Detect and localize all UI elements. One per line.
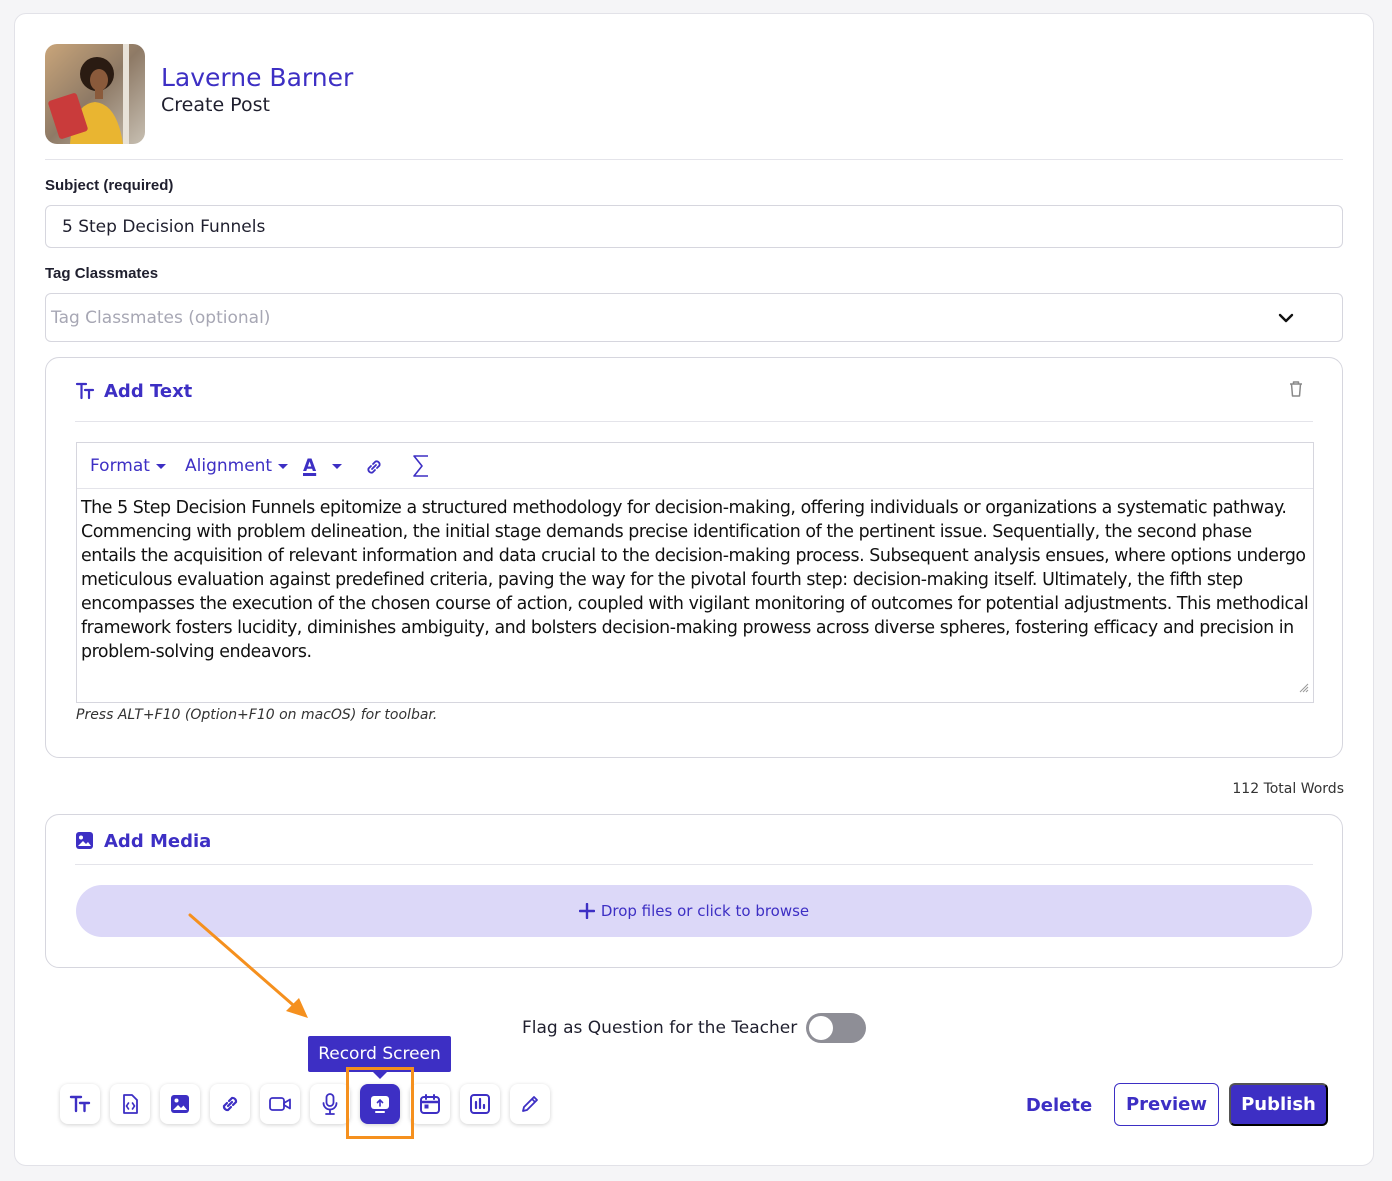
text-color-icon: A bbox=[303, 456, 317, 476]
alignment-dropdown[interactable]: Alignment bbox=[185, 456, 289, 476]
block-toolbar bbox=[60, 1084, 550, 1124]
text-size-icon bbox=[75, 381, 95, 406]
pen-icon[interactable] bbox=[510, 1084, 550, 1124]
format-label: Format bbox=[90, 456, 150, 476]
add-text-divider bbox=[75, 421, 1313, 422]
add-media-title: Add Media bbox=[104, 831, 212, 852]
calendar-icon[interactable] bbox=[410, 1084, 450, 1124]
word-count: 112 Total Words bbox=[1232, 781, 1344, 797]
tag-classmates-select[interactable]: Tag Classmates (optional) bbox=[45, 293, 1343, 342]
user-name[interactable]: Laverne Barner bbox=[161, 63, 353, 92]
text-color-button[interactable]: A bbox=[303, 456, 343, 476]
toolbar-hint: Press ALT+F10 (Option+F10 on macOS) for … bbox=[76, 707, 438, 723]
plus-icon bbox=[578, 903, 595, 919]
trash-icon[interactable] bbox=[1288, 380, 1304, 403]
add-media-divider bbox=[75, 864, 1313, 865]
sigma-icon[interactable] bbox=[411, 453, 431, 484]
toggle-knob bbox=[809, 1016, 833, 1040]
page-title: Create Post bbox=[161, 94, 270, 116]
video-icon[interactable] bbox=[260, 1084, 300, 1124]
add-text-panel: Add Text Format Alignment A The 5 Step D… bbox=[45, 357, 1343, 758]
link-icon[interactable] bbox=[210, 1084, 250, 1124]
annotation-highlight-box bbox=[346, 1067, 414, 1139]
image-icon[interactable] bbox=[160, 1084, 200, 1124]
format-dropdown[interactable]: Format bbox=[90, 456, 166, 476]
subject-label: Subject (required) bbox=[45, 177, 174, 194]
delete-button[interactable]: Delete bbox=[1018, 1084, 1100, 1126]
caret-down-icon bbox=[155, 463, 166, 469]
subject-input[interactable]: 5 Step Decision Funnels bbox=[45, 205, 1343, 248]
embed-code-icon[interactable] bbox=[110, 1084, 150, 1124]
avatar bbox=[45, 44, 145, 144]
subject-value: 5 Step Decision Funnels bbox=[62, 216, 266, 237]
text-icon[interactable] bbox=[60, 1084, 100, 1124]
caret-down-icon bbox=[278, 463, 289, 469]
flag-question-label: Flag as Question for the Teacher bbox=[522, 1018, 798, 1038]
preview-button[interactable]: Preview bbox=[1114, 1083, 1219, 1126]
add-text-title: Add Text bbox=[104, 381, 193, 402]
resize-handle-icon[interactable] bbox=[1299, 680, 1309, 698]
microphone-icon[interactable] bbox=[310, 1084, 350, 1124]
editor-content[interactable]: The 5 Step Decision Funnels epitomize a … bbox=[77, 489, 1313, 671]
editor-toolbar: Format Alignment A bbox=[77, 443, 1313, 489]
dropzone-label: Drop files or click to browse bbox=[600, 902, 810, 920]
tag-classmates-placeholder: Tag Classmates (optional) bbox=[51, 307, 271, 328]
caret-down-icon bbox=[332, 463, 343, 469]
chevron-down-icon[interactable] bbox=[1278, 309, 1294, 329]
annotation-arrow-icon bbox=[188, 913, 308, 1018]
poll-icon[interactable] bbox=[460, 1084, 500, 1124]
image-icon bbox=[75, 831, 94, 855]
link-icon[interactable] bbox=[363, 456, 385, 483]
tag-classmates-label: Tag Classmates bbox=[45, 265, 159, 282]
alignment-label: Alignment bbox=[185, 456, 273, 476]
publish-button[interactable]: Publish bbox=[1229, 1083, 1328, 1126]
header-divider bbox=[45, 159, 1343, 160]
flag-question-toggle[interactable] bbox=[806, 1013, 866, 1043]
rich-text-editor[interactable]: Format Alignment A The 5 Step Decision F… bbox=[76, 442, 1314, 703]
